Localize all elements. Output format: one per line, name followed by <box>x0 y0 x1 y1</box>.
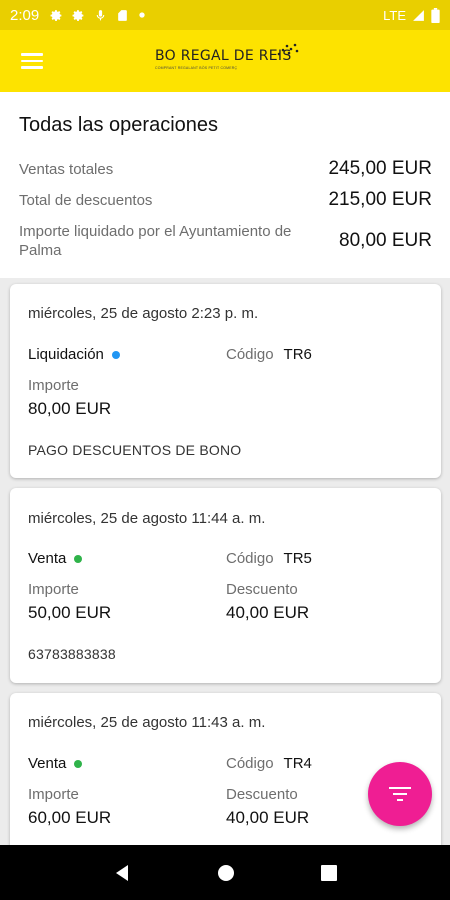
operation-card[interactable]: miércoles, 25 de agosto 2:23 p. m. Liqui… <box>10 284 441 478</box>
page-title: Todas las operaciones <box>19 114 219 136</box>
gear-icon <box>72 9 84 21</box>
operation-date: miércoles, 25 de agosto 2:23 p. m. <box>28 305 259 322</box>
operation-code: Código TR5 <box>226 550 312 567</box>
summary-panel: Todas las operaciones Ventas totales 245… <box>0 92 450 278</box>
amount-value: 80,00 EUR <box>28 399 112 418</box>
amount-value: 60,00 EUR <box>28 808 112 827</box>
summary-label: Total de descuentos <box>19 191 153 209</box>
code-label: Código <box>226 346 274 363</box>
menu-button[interactable] <box>0 30 64 92</box>
home-icon[interactable] <box>217 864 235 882</box>
summary-value: 215,00 EUR <box>328 189 432 210</box>
filter-button[interactable] <box>368 762 432 826</box>
operation-note: PAGO DESCUENTOS DE BONO <box>28 442 242 458</box>
operation-type: Liquidación <box>28 346 120 363</box>
code-label: Código <box>226 755 274 772</box>
summary-value: 80,00 EUR <box>339 230 432 251</box>
summary-label: Ventas totales <box>19 160 114 178</box>
amount-value: 50,00 EUR <box>28 603 112 622</box>
code-value: TR6 <box>283 346 312 363</box>
discount-label: Descuento <box>226 581 298 598</box>
signal-icon <box>413 9 424 21</box>
amount-label: Importe <box>28 581 79 598</box>
sim-card-icon <box>118 9 128 21</box>
discount-value: 40,00 EUR <box>226 603 310 622</box>
back-icon[interactable] <box>113 864 131 882</box>
status-dot-icon <box>74 759 83 768</box>
code-value: TR4 <box>283 755 312 772</box>
code-value: TR5 <box>283 550 312 567</box>
operation-code: Código TR4 <box>226 755 312 772</box>
app-bar: BO REGAL DE REIS COMPRANT REGALANT BÒS P… <box>0 30 450 92</box>
logo-subtext: COMPRANT REGALANT BÒS PETIT COMERÇ <box>155 66 238 70</box>
operation-date: miércoles, 25 de agosto 11:43 a. m. <box>28 714 266 731</box>
mic-icon <box>96 9 105 20</box>
operation-type-label: Liquidación <box>28 346 104 363</box>
hamburger-menu-icon <box>21 51 43 71</box>
summary-row-settled-amount: Importe liquidado por el Ayuntamiento de… <box>19 222 432 260</box>
battery-icon <box>431 7 440 23</box>
network-label: LTE <box>383 7 406 23</box>
app-logo: BO REGAL DE REIS COMPRANT REGALANT BÒS P… <box>155 40 300 82</box>
code-label: Código <box>226 550 274 567</box>
status-time: 2:09 <box>10 6 40 24</box>
operation-date: miércoles, 25 de agosto 11:44 a. m. <box>28 510 266 527</box>
filter-icon <box>389 787 411 801</box>
discount-value: 40,00 EUR <box>226 808 310 827</box>
operation-type: Venta <box>28 755 83 772</box>
logo-text: BO REGAL DE REIS <box>155 48 292 64</box>
operation-type: Venta <box>28 550 83 567</box>
operation-code: Código TR6 <box>226 346 312 363</box>
dot-icon <box>139 12 145 18</box>
operation-type-label: Venta <box>28 550 67 567</box>
system-nav-bar <box>0 845 450 900</box>
operation-note: 63783883838 <box>28 646 116 662</box>
amount-label: Importe <box>28 786 79 803</box>
gear-icon <box>50 9 62 21</box>
operation-type-label: Venta <box>28 755 67 772</box>
recents-icon[interactable] <box>321 864 337 881</box>
logo-stars-icon <box>277 43 299 56</box>
summary-row-total-discounts: Total de descuentos 215,00 EUR <box>19 189 432 211</box>
summary-row-total-sales: Ventas totales 245,00 EUR <box>19 158 432 180</box>
summary-value: 245,00 EUR <box>328 158 432 179</box>
discount-label: Descuento <box>226 786 298 803</box>
status-dot-icon <box>111 350 120 359</box>
amount-label: Importe <box>28 377 79 394</box>
status-bar: 2:09 LTE <box>0 0 450 30</box>
summary-label: Importe liquidado por el Ayuntamiento de… <box>19 223 292 259</box>
status-dot-icon <box>74 554 83 563</box>
operation-card[interactable]: miércoles, 25 de agosto 11:44 a. m. Vent… <box>10 488 441 683</box>
